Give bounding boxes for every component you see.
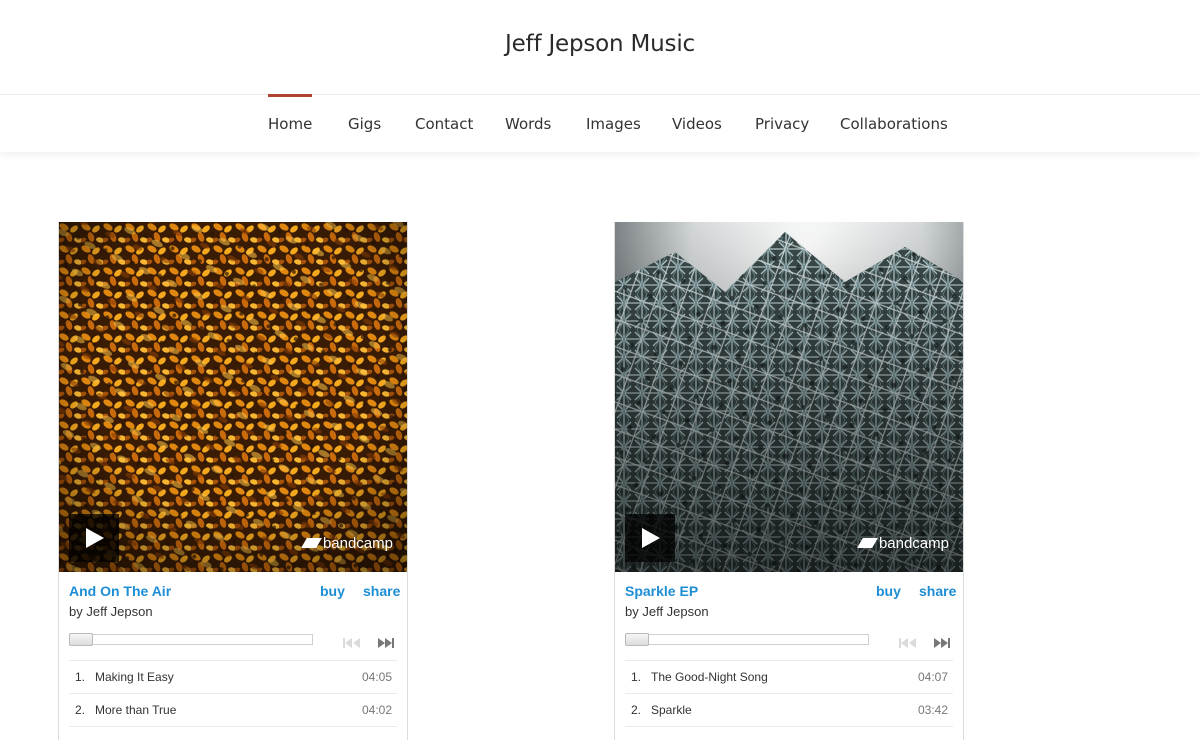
- site-title[interactable]: Jeff Jepson Music: [0, 31, 1200, 57]
- track-name: More than True: [95, 703, 177, 717]
- track-duration: 03:42: [917, 703, 948, 717]
- site-header: Jeff Jepson Music: [0, 0, 1200, 94]
- track-row[interactable]: 2. Sparkle 03:42: [625, 693, 953, 726]
- nav-contact[interactable]: Contact: [415, 95, 473, 153]
- album-artwork[interactable]: bandcamp: [615, 222, 963, 572]
- album-title[interactable]: And On The Air: [69, 583, 171, 599]
- play-button[interactable]: [69, 514, 119, 562]
- previous-icon: [343, 638, 360, 648]
- track-name: Sparkle: [651, 703, 692, 717]
- track-duration: 04:02: [361, 703, 392, 717]
- nav-words[interactable]: Words: [505, 95, 551, 153]
- album-title[interactable]: Sparkle EP: [625, 583, 698, 599]
- progress-thumb[interactable]: [69, 633, 93, 646]
- track-row[interactable]: 1. The Good-Night Song 04:07: [625, 660, 953, 693]
- buy-link[interactable]: buy: [876, 583, 901, 599]
- next-track-button[interactable]: [377, 635, 395, 653]
- track-duration: 04:07: [917, 670, 948, 684]
- nav-privacy[interactable]: Privacy: [755, 95, 809, 153]
- nav-home[interactable]: Home: [268, 94, 313, 153]
- track-number: 1.: [75, 670, 86, 684]
- track-row[interactable]: 2. More than True 04:02: [69, 693, 397, 726]
- bandcamp-player-sparkle-ep: bandcamp Sparkle EP buy share by Jeff Je…: [614, 222, 964, 740]
- bandcamp-wordmark: bandcamp: [322, 534, 393, 552]
- bandcamp-player-and-on-the-air: bandcamp And On The Air buy share by Jef…: [58, 222, 408, 740]
- progress-bar[interactable]: [625, 633, 869, 646]
- buy-link[interactable]: buy: [320, 583, 345, 599]
- track-name: Making It Easy: [95, 670, 174, 684]
- player-info: Sparkle EP buy share by Jeff Jepson 1. T…: [615, 572, 963, 740]
- artist-name: by Jeff Jepson: [625, 604, 709, 619]
- bandcamp-logo[interactable]: bandcamp: [857, 534, 949, 552]
- play-button[interactable]: [625, 514, 675, 562]
- previous-track-button[interactable]: [899, 635, 917, 653]
- play-icon: [642, 528, 660, 548]
- bandcamp-mark-icon: [301, 538, 322, 548]
- share-link[interactable]: share: [919, 583, 956, 599]
- play-icon: [86, 528, 104, 548]
- share-link[interactable]: share: [363, 583, 400, 599]
- track-number: 1.: [631, 670, 642, 684]
- bandcamp-wordmark: bandcamp: [878, 534, 949, 552]
- bandcamp-logo[interactable]: bandcamp: [301, 534, 393, 552]
- progress-thumb[interactable]: [625, 633, 649, 646]
- track-row[interactable]: [625, 726, 953, 740]
- player-info: And On The Air buy share by Jeff Jepson …: [59, 572, 407, 740]
- nav-images[interactable]: Images: [586, 95, 641, 153]
- track-row[interactable]: [69, 726, 397, 740]
- track-number: 2.: [75, 703, 86, 717]
- nav-gigs[interactable]: Gigs: [348, 95, 381, 153]
- track-duration: 04:05: [361, 670, 392, 684]
- nav-collaborations[interactable]: Collaborations: [840, 95, 948, 153]
- nav-videos[interactable]: Videos: [672, 95, 722, 153]
- track-row[interactable]: 1. Making It Easy 04:05: [69, 660, 397, 693]
- bandcamp-mark-icon: [857, 538, 878, 548]
- next-icon: [934, 638, 950, 648]
- next-icon: [378, 638, 394, 648]
- previous-track-button[interactable]: [343, 635, 361, 653]
- main-nav: Home Gigs Contact Words Images Videos Pr…: [0, 94, 1200, 152]
- track-name: The Good-Night Song: [651, 670, 768, 684]
- previous-icon: [899, 638, 916, 648]
- artist-name: by Jeff Jepson: [69, 604, 153, 619]
- track-number: 2.: [631, 703, 642, 717]
- progress-bar[interactable]: [69, 633, 313, 646]
- album-artwork[interactable]: bandcamp: [59, 222, 407, 572]
- next-track-button[interactable]: [933, 635, 951, 653]
